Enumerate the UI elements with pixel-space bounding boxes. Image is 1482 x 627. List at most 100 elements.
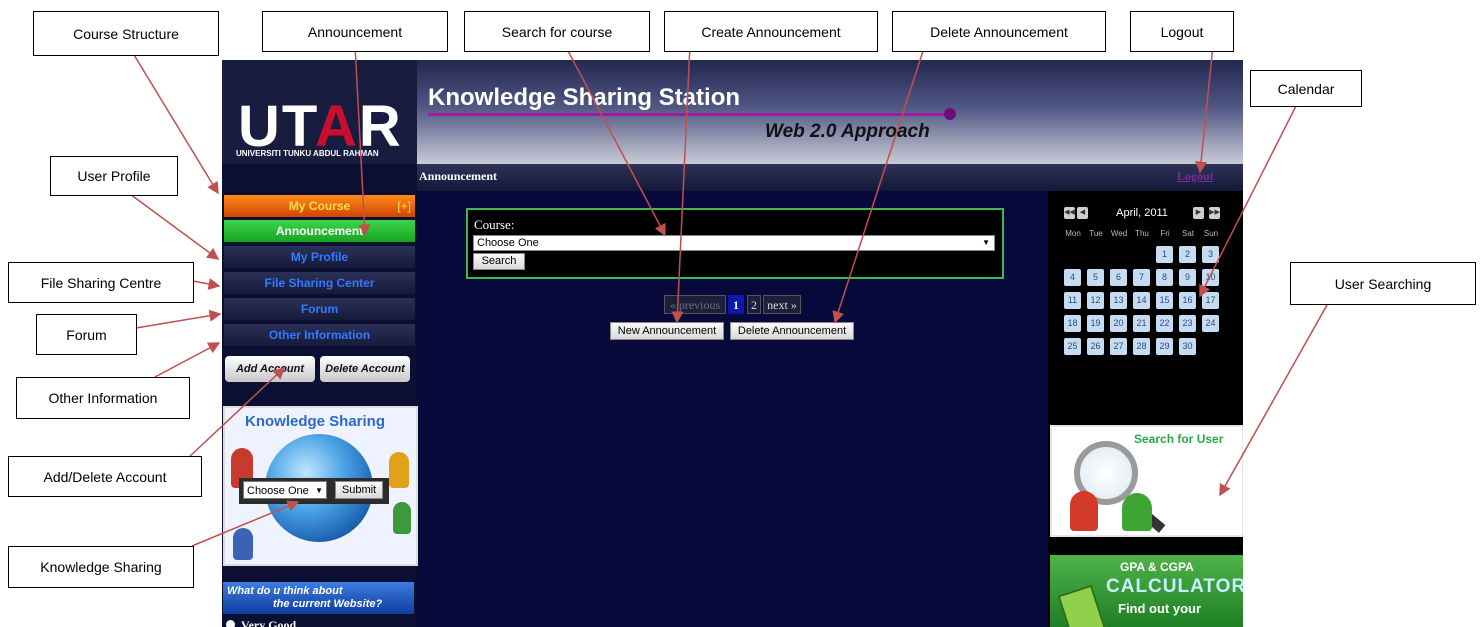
calendar-day[interactable]: 1 <box>1156 246 1173 263</box>
calendar-day[interactable]: 25 <box>1064 338 1081 355</box>
sidebar-item-my-profile[interactable]: My Profile <box>224 246 415 268</box>
course-select[interactable]: Choose One ▼ <box>473 235 995 251</box>
calendar-day[interactable]: 20 <box>1110 315 1127 332</box>
page-1-button[interactable]: 1 <box>728 295 744 314</box>
calendar-day[interactable]: 10 <box>1202 269 1219 286</box>
user-icon <box>1070 491 1098 531</box>
site-header: UTAR UNIVERSITI TUNKU ABDUL RAHMAN Knowl… <box>222 60 1243 164</box>
calendar-day[interactable]: 29 <box>1156 338 1173 355</box>
gpa-line3: Find out your <box>1118 601 1202 616</box>
poll-question-line1: What do u think about <box>227 585 343 597</box>
calendar-day[interactable]: 27 <box>1110 338 1127 355</box>
calendar-weekday: Thu <box>1135 229 1149 238</box>
utar-logo[interactable]: UTAR UNIVERSITI TUNKU ABDUL RAHMAN <box>222 60 417 164</box>
calendar-weekday: Fri <box>1160 229 1170 238</box>
previous-page-button[interactable]: « previous <box>664 295 726 314</box>
arrow-other-information <box>154 342 221 378</box>
person-icon <box>233 528 253 560</box>
logo-subtitle: UNIVERSITI TUNKU ABDUL RAHMAN <box>236 149 379 158</box>
calendar-weekday: Sun <box>1203 229 1219 238</box>
callout-knowledge-sharing: Knowledge Sharing <box>8 546 194 588</box>
calendar-day[interactable]: 3 <box>1202 246 1219 263</box>
callout-add-delete-account: Add/Delete Account <box>8 456 202 497</box>
calendar-day[interactable]: 2 <box>1179 246 1196 263</box>
delete-announcement-button[interactable]: Delete Announcement <box>730 322 854 340</box>
calendar-day[interactable]: 22 <box>1156 315 1173 332</box>
expand-toggle[interactable]: [+] <box>397 195 411 217</box>
callout-delete-announcement: Delete Announcement <box>892 11 1106 52</box>
sidebar-item-my-course[interactable]: My Course [+] <box>224 195 415 217</box>
next-month-icon[interactable]: ▶ <box>1193 207 1204 219</box>
gpa-calculator-banner[interactable]: GPA & CGPA CALCULATOR Find out your <box>1050 555 1243 627</box>
poll-option: Very Good <box>226 619 296 627</box>
next-year-icon[interactable]: ▶▶ <box>1209 207 1220 219</box>
gpa-line1: GPA & CGPA <box>1120 560 1194 574</box>
calendar-title: April, 2011 <box>1116 207 1168 219</box>
gpa-line2: CALCULATOR <box>1106 576 1243 597</box>
site-title: Knowledge Sharing Station <box>428 84 741 111</box>
poll-radio[interactable] <box>226 620 235 627</box>
calendar-day[interactable]: 9 <box>1179 269 1196 286</box>
callout-course-structure: Course Structure <box>33 11 219 56</box>
sidebar-item-file-sharing[interactable]: File Sharing Center <box>224 272 415 294</box>
search-button[interactable]: Search <box>473 253 525 270</box>
course-search-box: Course: Choose One ▼ Search <box>466 208 1004 279</box>
knowledge-sharing-panel: Knowledge Sharing Choose One ▼ Submit <box>223 406 418 566</box>
calendar-day[interactable]: 12 <box>1087 292 1104 309</box>
callout-logout: Logout <box>1130 11 1234 52</box>
calendar-day[interactable]: 30 <box>1179 338 1196 355</box>
arrow-user-profile <box>129 193 220 260</box>
callout-file-sharing-centre: File Sharing Centre <box>8 262 194 303</box>
calendar-day[interactable]: 14 <box>1133 292 1150 309</box>
calendar-day[interactable]: 16 <box>1179 292 1196 309</box>
calendar-day[interactable]: 15 <box>1156 292 1173 309</box>
title-divider <box>428 113 950 116</box>
add-account-button[interactable]: Add Account <box>225 356 315 382</box>
previous-month-icon[interactable]: ◀ <box>1077 207 1088 219</box>
delete-account-button[interactable]: Delete Account <box>320 356 410 382</box>
poll-banner: What do u think about the current Websit… <box>223 582 414 614</box>
callout-user-profile: User Profile <box>50 156 178 196</box>
breadcrumb-bar: Announcement Logout <box>417 164 1243 191</box>
logo-wordmark: UTAR <box>238 94 403 159</box>
calendar-day[interactable]: 19 <box>1087 315 1104 332</box>
calendar-day[interactable]: 6 <box>1110 269 1127 286</box>
calendar-day[interactable]: 5 <box>1087 269 1104 286</box>
knowledge-sharing-submit-button[interactable]: Submit <box>335 481 383 499</box>
callout-calendar: Calendar <box>1250 70 1362 107</box>
logout-link[interactable]: Logout <box>1177 170 1214 182</box>
callout-announcement: Announcement <box>262 11 448 52</box>
calendar-day[interactable]: 11 <box>1064 292 1081 309</box>
next-page-button[interactable]: next » <box>763 295 801 314</box>
new-announcement-button[interactable]: New Announcement <box>610 322 724 340</box>
arrow-forum <box>135 309 222 329</box>
calendar-day[interactable]: 7 <box>1133 269 1150 286</box>
calendar-day[interactable]: 17 <box>1202 292 1219 309</box>
site-subtitle: Web 2.0 Approach <box>765 121 930 142</box>
callout-forum: Forum <box>36 314 137 355</box>
calendar-day[interactable]: 18 <box>1064 315 1081 332</box>
calendar-day[interactable]: 8 <box>1156 269 1173 286</box>
calendar-day[interactable]: 21 <box>1133 315 1150 332</box>
calendar-day[interactable]: 23 <box>1179 315 1196 332</box>
callout-create-announcement: Create Announcement <box>664 11 878 52</box>
calendar-day[interactable]: 4 <box>1064 269 1081 286</box>
calendar: ◀◀ ◀ April, 2011 ▶ ▶▶ Mon Tue Wed Thu Fri Sat… <box>1064 203 1226 373</box>
calendar-weekday: Wed <box>1110 229 1128 238</box>
sidebar-item-other-information[interactable]: Other Information <box>224 324 415 346</box>
person-icon <box>389 452 409 488</box>
knowledge-sharing-form: Choose One ▼ Submit <box>239 478 389 504</box>
previous-year-icon[interactable]: ◀◀ <box>1064 207 1075 219</box>
calendar-day[interactable]: 28 <box>1133 338 1150 355</box>
calendar-weekday: Sat <box>1181 229 1194 238</box>
dropdown-arrow-icon: ▼ <box>982 238 990 247</box>
user-search-widget[interactable]: Search for User <box>1050 425 1243 537</box>
sidebar-item-announcement[interactable]: Announcement <box>224 220 415 242</box>
calendar-day[interactable]: 26 <box>1087 338 1104 355</box>
calendar-day[interactable]: 24 <box>1202 315 1219 332</box>
page-2-button[interactable]: 2 <box>747 295 761 314</box>
knowledge-sharing-select[interactable]: Choose One ▼ <box>243 481 327 499</box>
sidebar-item-forum[interactable]: Forum <box>224 298 415 320</box>
breadcrumb: Announcement <box>419 169 498 183</box>
calendar-day[interactable]: 13 <box>1110 292 1127 309</box>
